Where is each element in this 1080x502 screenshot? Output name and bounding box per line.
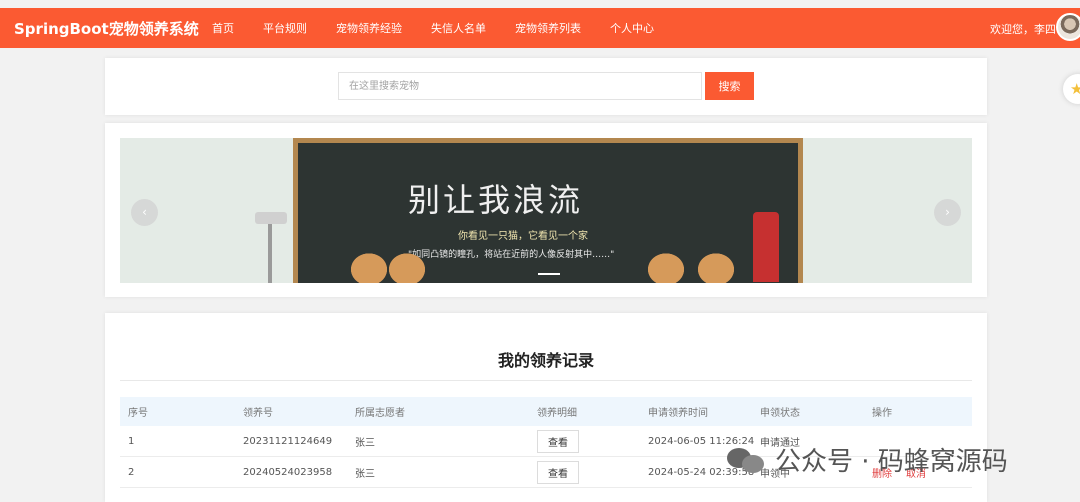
cat-illustration: [643, 249, 689, 283]
chevron-right-icon: ›: [945, 205, 950, 219]
nav-item-home[interactable]: 首页: [212, 20, 234, 36]
paint-roller-illustration: [255, 212, 287, 283]
nav-item-blacklist[interactable]: 失信人名单: [431, 20, 486, 36]
page-title: 我的领养记录: [497, 351, 594, 370]
banner-subtitle: 你看见一只猫，它看见一个家: [458, 231, 588, 242]
column-header: 申领状态: [760, 408, 800, 419]
cat-illustration: [693, 249, 739, 283]
table-header: 序号 领养号 所属志愿者 领养明细 申请领养时间 申领状态 操作: [120, 397, 972, 426]
column-header: 序号: [128, 408, 148, 419]
row-index: 2: [128, 466, 135, 478]
cat-illustration: [384, 249, 430, 283]
watermark: 公众号 · 码蜂窝源码: [727, 441, 1008, 478]
brand-logo[interactable]: SpringBoot宠物领养系统: [14, 18, 199, 39]
avatar[interactable]: [1056, 13, 1080, 41]
search-input[interactable]: [338, 72, 702, 100]
carousel-indicator[interactable]: [538, 273, 560, 275]
column-header: 领养号: [243, 408, 273, 419]
column-header: 领养明细: [537, 408, 577, 419]
nav-item-profile[interactable]: 个人中心: [610, 20, 654, 36]
nav-item-experience[interactable]: 宠物领养经验: [336, 20, 402, 36]
column-header: 操作: [872, 408, 892, 419]
carousel-prev-button[interactable]: ‹: [131, 199, 158, 226]
chevron-left-icon: ‹: [142, 205, 147, 219]
volunteer-name: 张三: [355, 437, 375, 449]
row-index: 1: [128, 435, 135, 447]
banner-card: 别让我浪流 你看见一只猫，它看见一个家 "如同凸镜的瞳孔，将站在近前的人像反射其…: [105, 123, 987, 297]
search-button[interactable]: 搜索: [705, 72, 754, 100]
top-navbar: SpringBoot宠物领养系统 首页 平台规则 宠物领养经验 失信人名单 宠物…: [0, 8, 1080, 48]
view-detail-button[interactable]: 查看: [537, 429, 579, 453]
search-card: 搜索: [105, 58, 987, 115]
wechat-icon: [727, 446, 767, 474]
nav-item-rules[interactable]: 平台规则: [263, 20, 307, 36]
star-icon: ★: [1070, 80, 1080, 98]
adoption-number: 20231121124649: [243, 435, 333, 447]
view-detail-button[interactable]: 查看: [537, 460, 579, 484]
carousel-next-button[interactable]: ›: [934, 199, 961, 226]
watermark-text: 公众号 · 码蜂窝源码: [775, 447, 1008, 477]
floating-star-button[interactable]: ★: [1063, 74, 1080, 104]
column-header: 所属志愿者: [355, 408, 405, 419]
main-nav: 首页 平台规则 宠物领养经验 失信人名单 宠物领养列表 个人中心: [212, 20, 654, 36]
volunteer-name: 张三: [355, 468, 375, 480]
red-phone-illustration: [753, 212, 779, 282]
banner-tagline: "如同凸镜的瞳孔，将站在近前的人像反射其中……": [408, 250, 615, 260]
banner-title: 别让我浪流: [408, 181, 584, 219]
divider: [120, 380, 972, 381]
adoption-number: 20240524023958: [243, 466, 333, 478]
chalkboard-illustration: 别让我浪流 你看见一只猫，它看见一个家 "如同凸镜的瞳孔，将站在近前的人像反射其…: [293, 138, 803, 283]
welcome-text: 欢迎您，李四: [990, 23, 1056, 36]
nav-item-pet-list[interactable]: 宠物领养列表: [515, 20, 581, 36]
banner-carousel: 别让我浪流 你看见一只猫，它看见一个家 "如同凸镜的瞳孔，将站在近前的人像反射其…: [120, 138, 972, 283]
column-header: 申请领养时间: [648, 408, 708, 419]
